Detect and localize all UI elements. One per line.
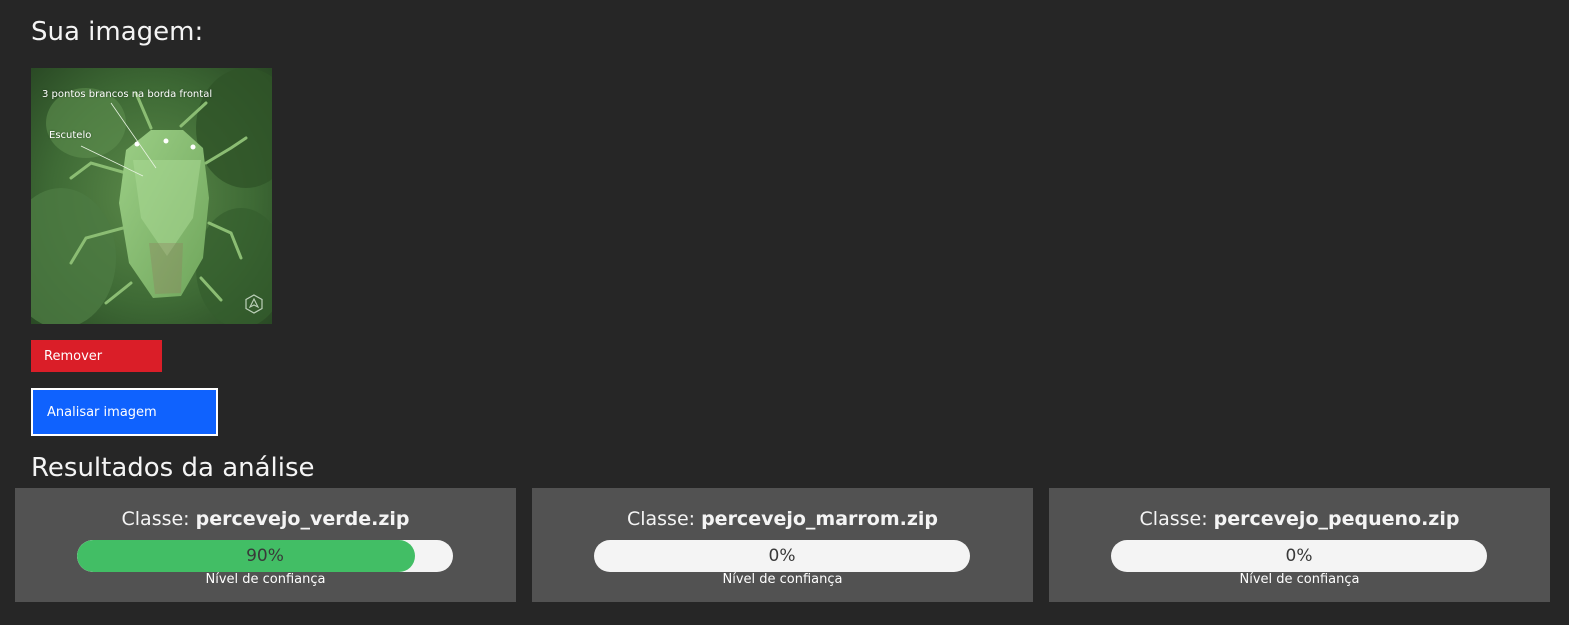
confidence-label: Nível de confiança [722, 572, 843, 587]
confidence-value: 0% [768, 546, 796, 566]
result-class-title: Classe: percevejo_marrom.zip [532, 508, 1033, 530]
class-prefix: Classe: [1139, 508, 1208, 530]
result-class-title: Classe: percevejo_pequeno.zip [1049, 508, 1550, 530]
image-annotation-scutellum: Escutelo [49, 130, 92, 141]
image-heading: Sua imagem: [31, 17, 204, 47]
insect-photo [31, 68, 272, 324]
result-card: Classe: percevejo_pequeno.zip 0% Nível d… [1049, 488, 1550, 602]
remove-button[interactable]: Remover [31, 340, 162, 372]
analyze-image-button[interactable]: Analisar imagem [31, 388, 218, 436]
class-prefix: Classe: [121, 508, 190, 530]
image-annotation-front-dots: 3 pontos brancos na borda frontal [42, 89, 213, 100]
uploaded-image-preview: 3 pontos brancos na borda frontal Escute… [31, 68, 272, 324]
watermark-logo-icon [245, 294, 263, 314]
class-name: percevejo_verde.zip [195, 508, 410, 530]
class-prefix: Classe: [626, 508, 696, 530]
result-class-title: Classe: percevejo_verde.zip [15, 508, 516, 530]
class-name: percevejo_marrom.zip [701, 508, 939, 530]
confidence-bar: 90% [77, 540, 453, 572]
class-name: percevejo_pequeno.zip [1213, 508, 1460, 530]
result-card: Classe: percevejo_verde.zip 90% Nível de… [15, 488, 516, 602]
confidence-label: Nível de confiança [205, 572, 326, 587]
result-card: Classe: percevejo_marrom.zip 0% Nível de… [532, 488, 1033, 602]
results-heading: Resultados da análise [31, 453, 315, 483]
confidence-bar: 0% [1111, 540, 1487, 572]
confidence-bar: 0% [594, 540, 970, 572]
confidence-label: Nível de confiança [1239, 572, 1360, 587]
confidence-value: 0% [1285, 546, 1313, 566]
confidence-value: 90% [246, 546, 284, 566]
